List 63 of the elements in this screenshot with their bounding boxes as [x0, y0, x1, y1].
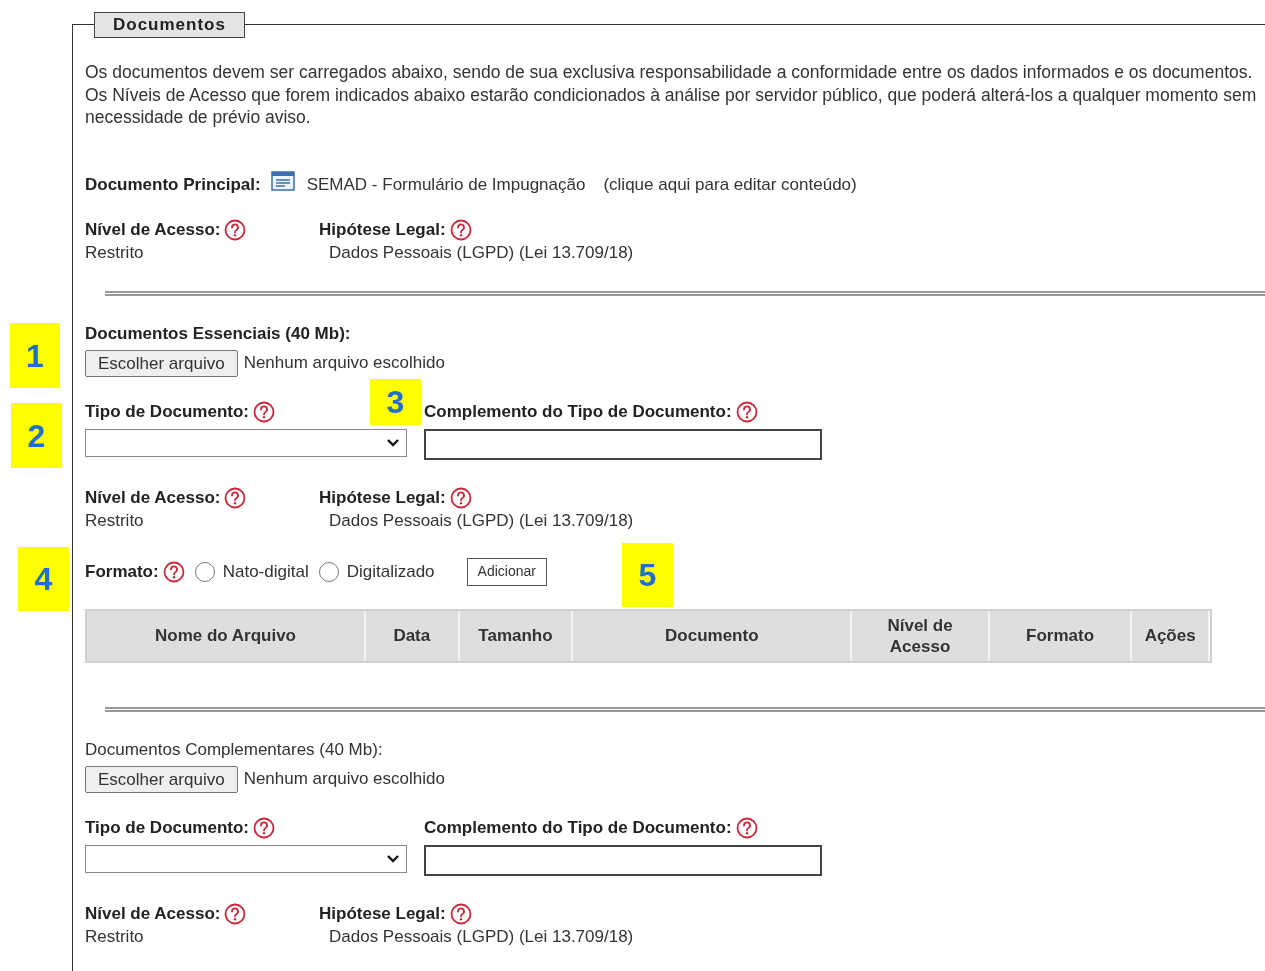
callout-number-badge: 2	[11, 403, 62, 468]
field-label: Nível de Acesso:	[85, 486, 221, 509]
radio-button[interactable]	[318, 561, 339, 582]
document-type-select[interactable]	[85, 844, 407, 873]
field-label: Documento Principal:	[85, 173, 261, 196]
column-header: Ações	[1132, 610, 1211, 661]
callout-number-badge: 1	[10, 323, 60, 388]
field-label: Formato:	[85, 560, 159, 583]
help-icon[interactable]	[449, 486, 472, 509]
column-header: Nível de Acesso	[852, 610, 990, 661]
field-label: Complemento do Tipo de Documento:	[424, 816, 732, 839]
column-header: Documento	[573, 610, 853, 661]
help-icon[interactable]	[253, 400, 275, 423]
callout-number-badge: 3	[370, 379, 421, 425]
edit-content-link[interactable]: (clique aqui para editar conteúdo)	[603, 171, 857, 198]
column-header: Tamanho	[459, 610, 574, 661]
document-complement-field[interactable]	[424, 844, 822, 876]
help-icon[interactable]	[224, 486, 247, 509]
choose-file-button[interactable]: Escolher arquivo	[85, 349, 238, 377]
help-icon[interactable]	[224, 902, 247, 925]
field-label: Tipo de Documento:	[85, 816, 249, 839]
section-label: Documentos Complementares (40 Mb):	[85, 738, 384, 761]
file-status-text: Nenhum arquivo escolhido	[243, 352, 445, 375]
field-label: Nível de Acesso:	[85, 218, 221, 241]
callout-number-badge: 5	[622, 543, 673, 607]
field-label: Hipótese Legal:	[319, 902, 446, 925]
legal-basis-value: Dados Pessoais (LGPD) (Lei 13.709/18)	[329, 241, 634, 264]
callout-number-badge: 4	[18, 547, 69, 611]
access-level-value: Restrito	[85, 509, 145, 532]
legal-basis-value: Dados Pessoais (LGPD) (Lei 13.709/18)	[329, 925, 634, 948]
radio-label: Nato-digital	[222, 560, 309, 583]
document-complement-field[interactable]	[424, 428, 822, 460]
access-level-value: Restrito	[85, 241, 145, 264]
fieldset-legend: Documentos	[94, 12, 245, 38]
help-icon[interactable]	[449, 902, 472, 925]
chevron-down-icon	[386, 437, 400, 448]
access-level-value: Restrito	[85, 925, 145, 948]
field-label: Hipótese Legal:	[319, 486, 446, 509]
help-icon[interactable]	[735, 816, 758, 839]
radio-button[interactable]	[194, 561, 215, 582]
field-label: Nível de Acesso:	[85, 902, 221, 925]
section-label: Documentos Essenciais (40 Mb):	[85, 322, 352, 345]
field-label: Hipótese Legal:	[319, 218, 446, 241]
column-header: Data	[366, 610, 460, 661]
document-name-link[interactable]: SEMAD - Formulário de Impugnação	[306, 171, 586, 198]
help-icon[interactable]	[253, 816, 275, 839]
document-type-select[interactable]	[85, 428, 407, 457]
chevron-down-icon	[386, 853, 400, 864]
field-label: Tipo de Documento:	[85, 400, 249, 423]
help-icon[interactable]	[735, 400, 758, 423]
legal-basis-value: Dados Pessoais (LGPD) (Lei 13.709/18)	[329, 509, 634, 532]
choose-file-button[interactable]: Escolher arquivo	[85, 765, 238, 793]
file-status-text: Nenhum arquivo escolhido	[243, 768, 445, 791]
help-icon[interactable]	[449, 218, 472, 241]
document-form-icon[interactable]	[270, 170, 295, 191]
help-icon[interactable]	[162, 560, 185, 583]
intro-paragraph: Os documentos devem ser carregados abaixo, sendo de sua exclusiva responsabilidade a conformidade entre os dados informados e os documentos. Os Níveis de Acesso que forem indicados abaixo estarão condicionados à análise por servidor público, que poderá alterá-los a qualquer momento sem necessidade de prévio aviso.	[85, 61, 1258, 129]
help-icon[interactable]	[224, 218, 247, 241]
column-header: Formato	[989, 610, 1133, 661]
field-label: Complemento do Tipo de Documento:	[424, 400, 732, 423]
column-header: Nome do Arquivo	[87, 610, 366, 661]
add-button[interactable]: Adicionar	[466, 557, 547, 586]
radio-label: Digitalizado	[346, 560, 435, 583]
